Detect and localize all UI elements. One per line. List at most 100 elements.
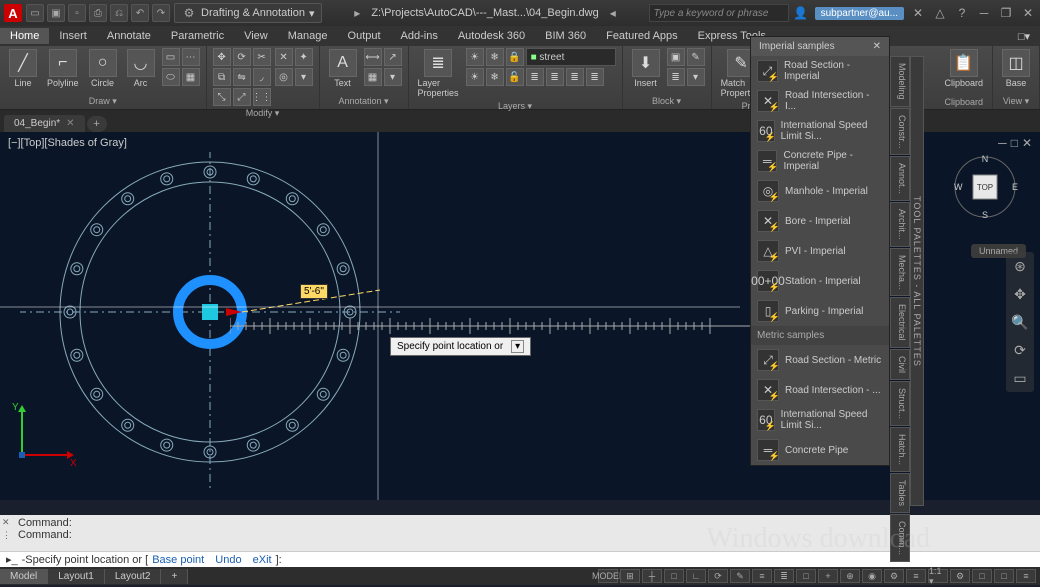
status-toggle[interactable]: ⚙: [884, 569, 904, 583]
layer-btn-icon[interactable]: 🔓: [506, 68, 524, 86]
draw-rect-icon[interactable]: ▭: [162, 48, 180, 66]
exchange-icon[interactable]: ✕: [910, 5, 926, 21]
clipboard-button[interactable]: 📋Clipboard: [941, 48, 986, 89]
insert-button[interactable]: ⬇Insert: [629, 48, 663, 89]
status-toggle[interactable]: 1:1 ▾: [928, 569, 948, 583]
cmd-option[interactable]: eXit: [253, 554, 272, 566]
layout1-tab[interactable]: Layout1: [48, 569, 105, 584]
palette-item[interactable]: 00+00⚡ Station - Imperial: [751, 266, 889, 296]
qat-plot-icon[interactable]: ⎌: [110, 4, 128, 22]
layerlock-icon[interactable]: 🔒: [506, 48, 524, 66]
trim-icon[interactable]: ✂: [253, 48, 271, 66]
add-layout-button[interactable]: +: [161, 569, 188, 584]
palette-sidetab[interactable]: Electrical: [890, 297, 910, 348]
palette-titlebar[interactable]: TOOL PALETTES - ALL PALETTES: [910, 56, 924, 506]
status-toggle[interactable]: ⚙: [950, 569, 970, 583]
layer-btn-icon[interactable]: ☀: [466, 68, 484, 86]
orbit-icon[interactable]: ⟳: [1010, 340, 1030, 360]
layer-btn-icon[interactable]: ≣: [526, 68, 544, 86]
status-toggle[interactable]: ⊕: [840, 569, 860, 583]
command-line[interactable]: ▸_ -Specify point location or [ Base poi…: [0, 551, 1040, 567]
a360-icon[interactable]: △: [932, 5, 948, 21]
tab-parametric[interactable]: Parametric: [161, 28, 234, 44]
steering-wheel-icon[interactable]: ⊛: [1010, 256, 1030, 276]
palette-sidetab[interactable]: Annot...: [890, 156, 910, 201]
command-window[interactable]: ✕ ⋮ Command:Command: ▸_ -Specify point l…: [0, 515, 1040, 567]
viewcube[interactable]: N E S W TOP: [950, 152, 1020, 242]
palette-sidetab[interactable]: Struct...: [890, 381, 910, 426]
tab-annotate[interactable]: Annotate: [97, 28, 161, 44]
polyline-button[interactable]: ⌐Polyline: [44, 48, 82, 89]
panel-label[interactable]: Annotation ▾: [326, 96, 402, 107]
panel-label[interactable]: Block ▾: [629, 96, 705, 107]
qat-redo-icon[interactable]: ↷: [152, 4, 170, 22]
explode-icon[interactable]: ✦: [295, 48, 313, 66]
palette-item[interactable]: ✕⚡ Bore - Imperial: [751, 206, 889, 236]
status-toggle[interactable]: □: [994, 569, 1014, 583]
text-button[interactable]: AText: [326, 48, 360, 89]
status-toggle[interactable]: +: [818, 569, 838, 583]
cmd-option[interactable]: Base point: [152, 554, 204, 566]
draw-ellipse-icon[interactable]: ⬭: [162, 68, 180, 86]
layout2-tab[interactable]: Layout2: [105, 569, 162, 584]
scale-icon[interactable]: ⤢: [233, 88, 251, 106]
new-tab-button[interactable]: +: [87, 116, 107, 132]
draw-hatch-icon[interactable]: ▦: [182, 68, 200, 86]
palette-item[interactable]: ✕⚡ Road Intersection - ...: [751, 375, 889, 405]
search-input[interactable]: Type a keyword or phrase: [649, 4, 789, 22]
model-tab[interactable]: Model: [0, 569, 48, 584]
copy-icon[interactable]: ⧉: [213, 68, 231, 86]
palette-item[interactable]: △⚡ PVI - Imperial: [751, 236, 889, 266]
status-toggle[interactable]: ┼: [642, 569, 662, 583]
offset-icon[interactable]: ◎: [275, 68, 293, 86]
status-toggle[interactable]: ⟳: [708, 569, 728, 583]
status-toggle[interactable]: □: [664, 569, 684, 583]
layeroff-icon[interactable]: ☀: [466, 48, 484, 66]
tab-featured[interactable]: Featured Apps: [596, 28, 688, 44]
app-logo-icon[interactable]: A: [4, 4, 22, 22]
palette-sidetab[interactable]: Hatch...: [890, 427, 910, 472]
tab-output[interactable]: Output: [338, 28, 391, 44]
palette-sidetab[interactable]: Archit...: [890, 202, 910, 247]
palette-sidetab[interactable]: Modeling: [890, 56, 910, 107]
status-toggle[interactable]: ⊞: [620, 569, 640, 583]
draw-more-icon[interactable]: ⋯: [182, 48, 200, 66]
tab-view[interactable]: View: [234, 28, 278, 44]
cmd-handle-icon[interactable]: ⋮: [2, 530, 11, 541]
fillet-icon[interactable]: ◞: [253, 68, 271, 86]
anno-more-icon[interactable]: ▾: [384, 68, 402, 86]
cmd-option[interactable]: Undo: [215, 554, 241, 566]
tab-manage[interactable]: Manage: [278, 28, 338, 44]
block-create-icon[interactable]: ▣: [667, 48, 685, 66]
panel-label[interactable]: Modify ▾: [213, 108, 313, 119]
palette-item[interactable]: 60⚡ International Speed Limit Si...: [751, 116, 889, 146]
qat-saveas-icon[interactable]: ⎙: [89, 4, 107, 22]
palette-item[interactable]: ═⚡ Concrete Pipe: [751, 435, 889, 465]
minimize-icon[interactable]: ─: [976, 5, 992, 21]
stretch-icon[interactable]: ⤡: [213, 88, 231, 106]
pan-icon[interactable]: ✥: [1010, 284, 1030, 304]
status-toggle[interactable]: ∟: [686, 569, 706, 583]
status-toggle[interactable]: □: [796, 569, 816, 583]
tab-addins[interactable]: Add-ins: [391, 28, 448, 44]
layer-btn-icon[interactable]: ❄: [486, 68, 504, 86]
rotate-icon[interactable]: ⟳: [233, 48, 251, 66]
status-toggle[interactable]: □: [972, 569, 992, 583]
layer-btn-icon[interactable]: ≣: [566, 68, 584, 86]
layer-btn-icon[interactable]: ≣: [586, 68, 604, 86]
array-icon[interactable]: ⋮⋮: [253, 88, 271, 106]
layer-selector[interactable]: ■ street: [526, 48, 616, 66]
user-badge[interactable]: subpartner@au...: [815, 7, 904, 20]
panel-label[interactable]: View ▾: [999, 96, 1033, 107]
palette-item[interactable]: ✕⚡ Road Intersection - I...: [751, 86, 889, 116]
block-edit-icon[interactable]: ✎: [687, 48, 705, 66]
palette-item[interactable]: 60⚡ International Speed Limit Si...: [751, 405, 889, 435]
palette-item[interactable]: ⤢⚡ Road Section - Metric: [751, 345, 889, 375]
showmotion-icon[interactable]: ▭: [1010, 368, 1030, 388]
layer-btn-icon[interactable]: ≣: [546, 68, 564, 86]
qat-save-icon[interactable]: ▫: [68, 4, 86, 22]
panel-label[interactable]: Layers ▾: [415, 101, 616, 112]
table-icon[interactable]: ▦: [364, 68, 382, 86]
tab-bim360[interactable]: BIM 360: [535, 28, 596, 44]
palette-sidetab[interactable]: Mecha...: [890, 248, 910, 297]
